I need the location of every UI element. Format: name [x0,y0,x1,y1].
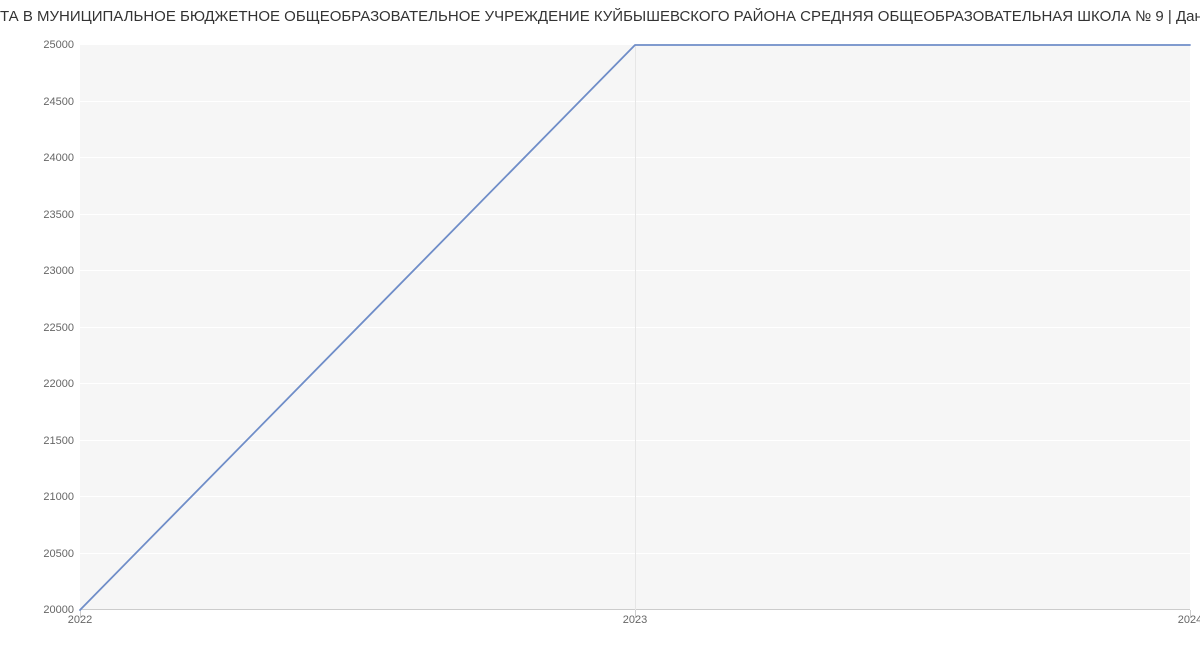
y-tick-label: 22000 [43,378,74,390]
x-axis: 2022 2023 2024 [80,614,1190,634]
y-axis: 20000 20500 21000 21500 22000 22500 2300… [0,45,74,610]
y-tick-label: 23500 [43,209,74,221]
x-tick-label: 2022 [68,614,92,626]
y-tick-label: 25000 [43,39,74,51]
line-series [80,45,1190,610]
y-tick-label: 23000 [43,265,74,277]
y-tick-label: 21000 [43,491,74,503]
y-tick-label: 21500 [43,435,74,447]
x-tick-label: 2023 [623,614,647,626]
y-tick-label: 20500 [43,548,74,560]
x-tick-label: 2024 [1178,614,1200,626]
chart-container: ТА В МУНИЦИПАЛЬНОЕ БЮДЖЕТНОЕ ОБЩЕОБРАЗОВ… [0,0,1200,650]
chart-title: ТА В МУНИЦИПАЛЬНОЕ БЮДЖЕТНОЕ ОБЩЕОБРАЗОВ… [0,8,1200,25]
y-tick-label: 24000 [43,152,74,164]
y-tick-label: 24500 [43,96,74,108]
y-tick-label: 22500 [43,322,74,334]
plot-area [80,45,1190,610]
